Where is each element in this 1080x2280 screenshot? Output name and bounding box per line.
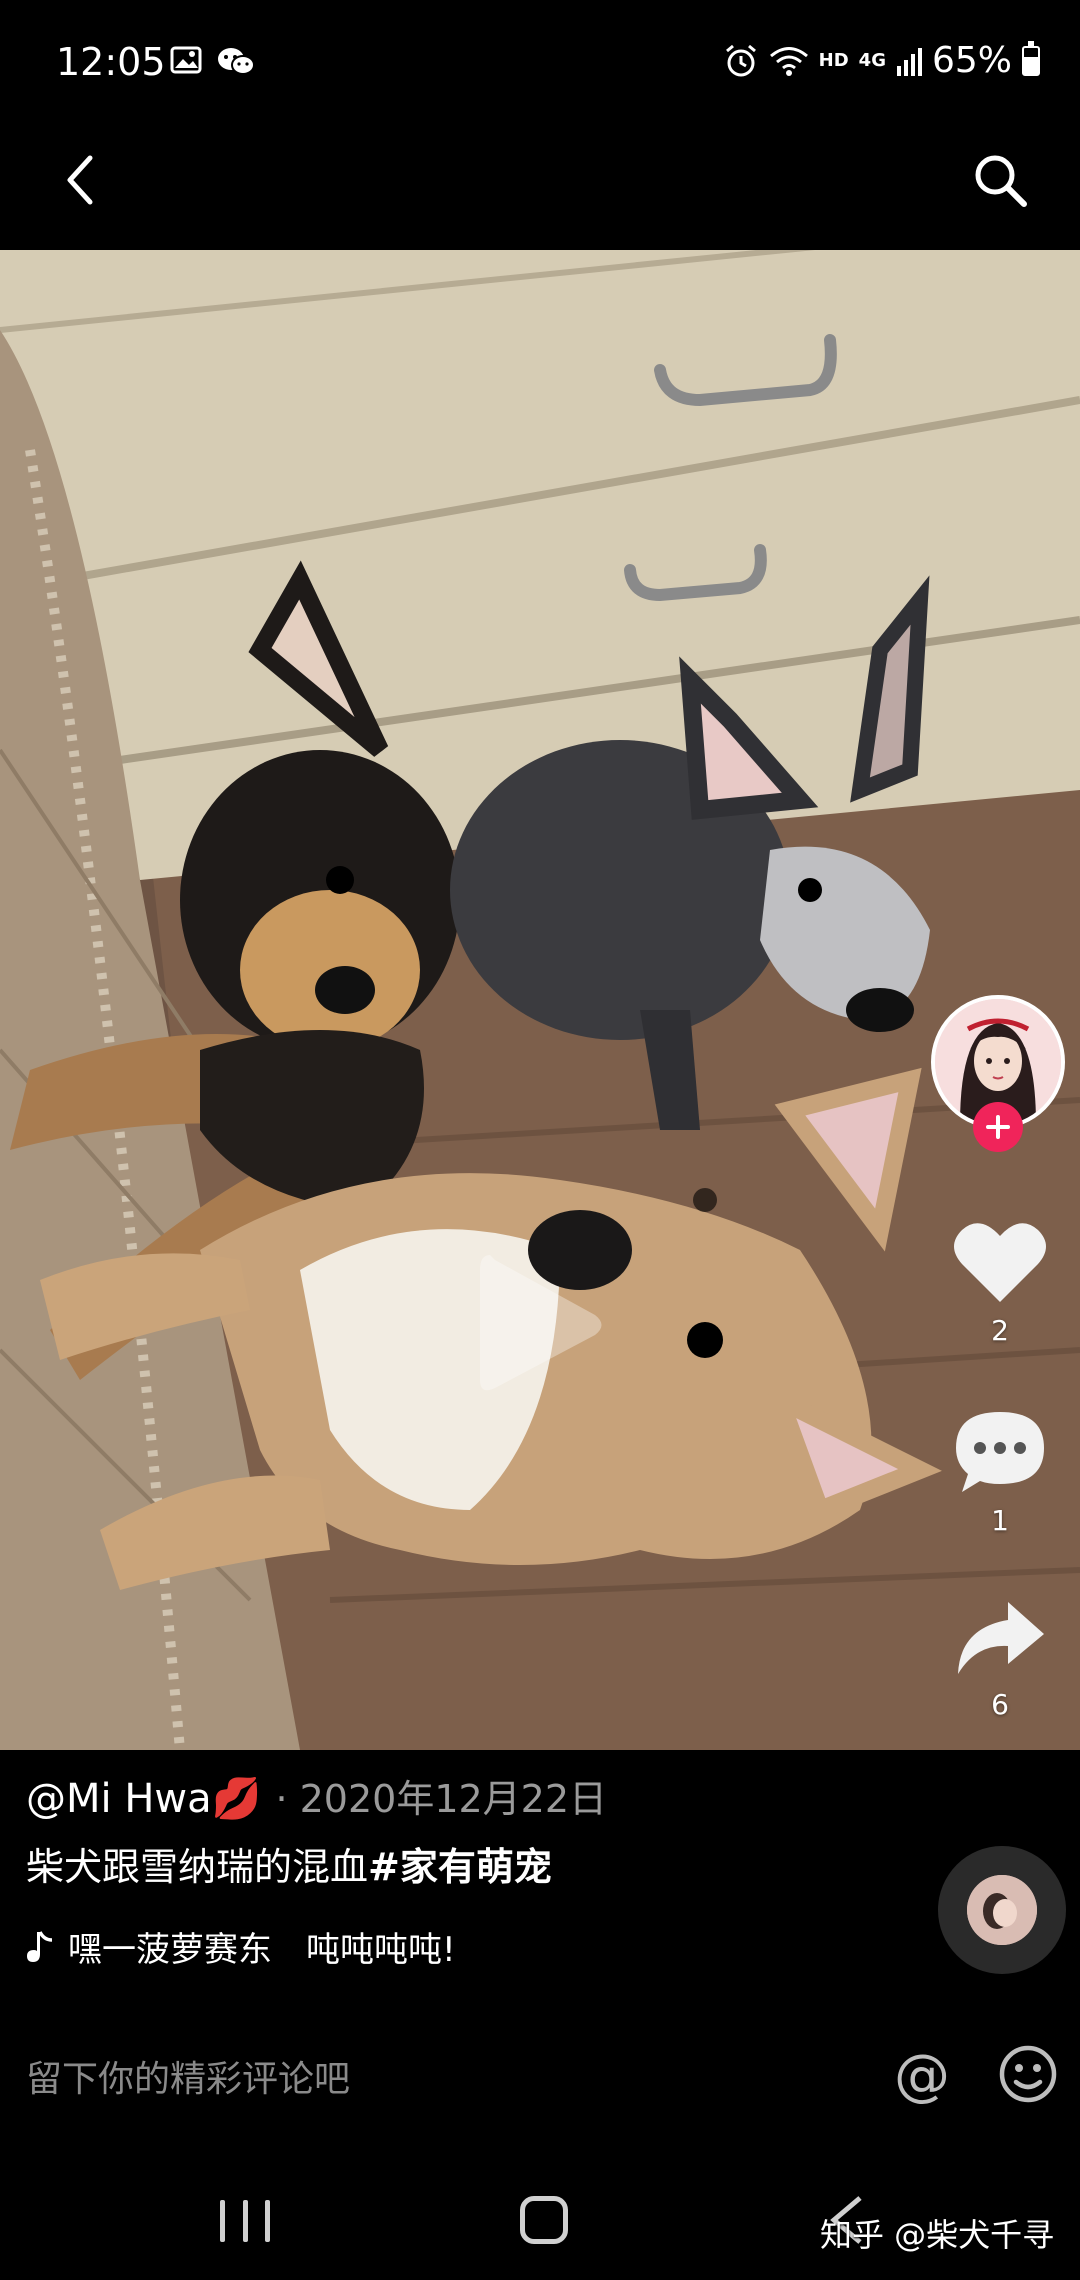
watermark: 知乎 @柴犬千寻 — [820, 2216, 1055, 2254]
comment-input[interactable]: 留下你的精彩评论吧 — [26, 2050, 350, 2102]
back-arrow-icon — [67, 155, 93, 205]
music-disc-cover — [967, 1875, 1037, 1945]
caption-hashtag[interactable]: #家有萌宠 — [368, 1845, 552, 1889]
image-icon — [170, 46, 202, 74]
emoji-icon[interactable] — [998, 2044, 1058, 2104]
app-bar — [0, 130, 1080, 250]
wifi-icon — [769, 46, 808, 76]
comment-bar: 留下你的精彩评论吧 @ — [0, 2030, 1080, 2120]
plus-icon — [986, 1115, 1010, 1139]
music-title: 嘿一菠萝赛东 吨吨吨吨! — [68, 1930, 456, 1970]
home-button[interactable] — [520, 2196, 568, 2244]
comment-button[interactable]: 1 — [945, 1408, 1055, 1537]
battery-percent: 65% — [931, 40, 1012, 81]
music-line[interactable]: 嘿一菠萝赛东 吨吨吨吨! — [26, 1922, 506, 1971]
video-frame-dogs — [0, 250, 1080, 1750]
recent-apps-button[interactable] — [220, 2200, 270, 2242]
share-arrow-icon — [958, 1602, 1044, 1674]
like-count: 2 — [991, 1314, 1009, 1347]
status-time: 12:05 — [56, 40, 166, 84]
caption-text: 柴犬跟雪纳瑞的混血 — [26, 1845, 369, 1889]
comment-bubble-icon — [956, 1412, 1044, 1492]
share-button[interactable]: 6 — [945, 1598, 1055, 1721]
back-button[interactable] — [40, 140, 120, 220]
hd-label: HD — [818, 50, 849, 71]
mention-button[interactable]: @ — [890, 2044, 954, 2108]
share-count: 6 — [991, 1688, 1009, 1721]
author-name[interactable]: @Mi Hwa💋 — [26, 1775, 261, 1822]
post-date: · 2020年12月22日 — [275, 1777, 608, 1821]
play-icon[interactable] — [470, 1245, 610, 1405]
follow-button[interactable] — [973, 1102, 1023, 1152]
battery-icon — [1022, 40, 1040, 76]
system-icons: HD 4G 65% — [723, 40, 1040, 81]
status-bar: 12:05 HD 4G 65% — [0, 0, 1080, 130]
search-icon — [975, 155, 1027, 207]
heart-icon — [954, 1223, 1046, 1302]
comment-count: 1 — [991, 1504, 1009, 1537]
post-caption: 柴犬跟雪纳瑞的混血#家有萌宠 — [26, 1836, 552, 1891]
signal-icon — [896, 47, 922, 76]
video-player[interactable] — [0, 250, 1080, 1750]
music-disc[interactable] — [938, 1846, 1066, 1974]
notification-icons — [170, 46, 256, 78]
author-line: @Mi Hwa💋 · 2020年12月22日 — [26, 1768, 607, 1823]
search-button[interactable] — [960, 140, 1040, 220]
like-button[interactable]: 2 — [945, 1218, 1055, 1347]
alarm-icon — [725, 44, 756, 76]
music-note-icon — [27, 1930, 53, 1962]
wechat-icon — [218, 48, 255, 75]
signal-label: 4G — [858, 50, 886, 71]
